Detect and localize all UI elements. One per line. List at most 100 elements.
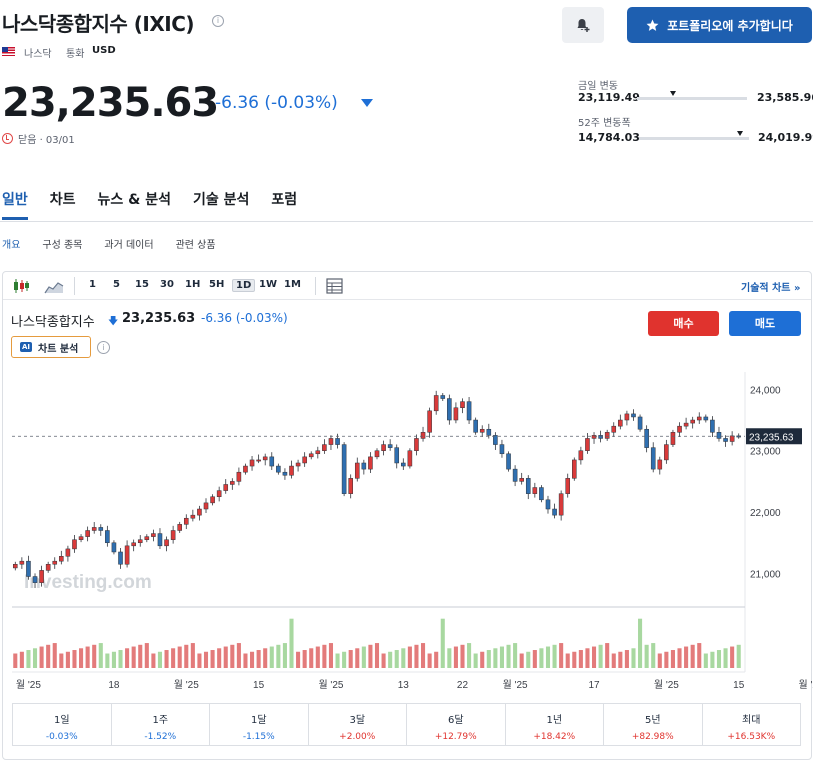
volume-bar <box>374 643 380 668</box>
candle-body <box>401 462 406 467</box>
volume-bar <box>440 618 445 668</box>
volume-bar <box>427 653 432 668</box>
candle-body <box>664 444 669 461</box>
performance-value: +2.00% <box>339 732 376 742</box>
performance-period: 3달 <box>349 715 366 726</box>
volume-bar <box>611 653 616 668</box>
volume-bar <box>473 653 478 668</box>
candle-body <box>78 536 84 540</box>
performance-period: 1일 <box>53 715 70 726</box>
candle-body <box>223 484 229 491</box>
volume-bar <box>585 648 590 668</box>
volume-bar <box>591 646 597 668</box>
performance-value: -1.52% <box>144 732 177 742</box>
candle-body <box>631 413 636 418</box>
volume-bar <box>52 643 57 668</box>
candle-body <box>39 570 44 583</box>
candle-body <box>72 539 77 550</box>
x-tick-label: 18 <box>108 680 120 691</box>
volume-bar <box>315 646 320 668</box>
candle-body <box>578 450 584 461</box>
volume-bar <box>453 646 458 668</box>
volume-bar <box>125 648 130 668</box>
candle-body <box>532 487 538 494</box>
volume-bar <box>657 653 662 668</box>
performance-cell[interactable]: 1달 -1.15% <box>210 704 309 745</box>
volume-bar <box>243 653 248 668</box>
candle-body <box>12 563 18 569</box>
volume-bar <box>46 644 51 668</box>
candle-body <box>236 471 242 482</box>
volume-bar <box>230 644 235 668</box>
volume-bar <box>624 650 629 668</box>
performance-cell[interactable]: 1년 +18.42% <box>506 704 604 745</box>
volume-bar <box>388 651 393 668</box>
performance-cell[interactable]: 1주 -1.52% <box>112 704 210 745</box>
candle-body <box>460 401 465 409</box>
candle-body <box>151 533 156 537</box>
volume-bar <box>282 643 287 668</box>
candle-body <box>572 459 577 479</box>
candle-body <box>289 465 294 476</box>
x-tick-label: 월 '25 <box>503 679 528 691</box>
price-chart[interactable]: 24,00023,00022,00021,000Investing.com23,… <box>0 0 813 760</box>
candle-body <box>118 551 123 565</box>
volume-bar <box>532 650 537 668</box>
volume-bar <box>342 651 347 668</box>
volume-bar <box>32 648 38 668</box>
volume-bar <box>184 644 189 668</box>
volume-bar <box>328 643 334 668</box>
candle-body <box>190 514 196 519</box>
candle-body <box>105 530 110 544</box>
candle-body <box>519 478 524 482</box>
volume-bar <box>157 651 163 668</box>
candle-body <box>479 428 485 433</box>
candle-body <box>618 419 623 427</box>
volume-bar <box>118 650 123 668</box>
candle-body <box>473 419 478 433</box>
volume-bar <box>572 651 577 668</box>
performance-row: 1일 -0.03% 1주 -1.52% 1달 -1.15% 3달 +2.00% 6달 +12.79… <box>12 703 801 746</box>
candle-body <box>506 453 511 470</box>
volume-bar <box>59 653 64 668</box>
candle-body <box>131 542 136 547</box>
candle-body <box>144 536 150 540</box>
volume-bar <box>598 644 603 668</box>
volume-bar <box>736 644 741 668</box>
candle-body <box>604 432 610 439</box>
volume-bar <box>559 643 564 668</box>
volume-bar <box>203 651 209 668</box>
candle-body <box>486 428 492 436</box>
candle-body <box>545 499 551 510</box>
performance-cell[interactable]: 3달 +2.00% <box>309 704 407 745</box>
candle-body <box>183 517 189 525</box>
performance-period: 1년 <box>546 715 563 726</box>
volume-bar <box>480 651 485 668</box>
volume-bar <box>716 650 722 668</box>
candle-body <box>170 530 176 540</box>
y-tick-label: 24,000 <box>750 385 781 396</box>
performance-cell[interactable]: 최대 +16.53K% <box>703 704 801 745</box>
candle-body <box>124 545 130 565</box>
volume-bar <box>335 653 340 668</box>
candle-body <box>216 490 222 497</box>
volume-bar <box>269 646 274 668</box>
candle-body <box>512 468 518 482</box>
performance-cell[interactable]: 6달 +12.79% <box>407 704 506 745</box>
candle-body <box>447 398 452 421</box>
volume-bar <box>65 651 70 668</box>
candle-body <box>295 462 301 467</box>
performance-value: -0.03% <box>45 732 78 742</box>
candle-body <box>690 419 695 424</box>
candle-body <box>394 447 400 464</box>
performance-cell[interactable]: 5년 +82.98% <box>604 704 703 745</box>
volume-bar <box>486 650 491 668</box>
candle-body <box>59 556 64 562</box>
performance-cell[interactable]: 1일 -0.03% <box>13 704 112 745</box>
candle-body <box>52 560 58 565</box>
candle-body <box>230 481 235 485</box>
candle-body <box>282 471 288 476</box>
candle-body <box>335 438 340 445</box>
volume-bar <box>92 644 97 668</box>
candle-body <box>243 465 248 473</box>
